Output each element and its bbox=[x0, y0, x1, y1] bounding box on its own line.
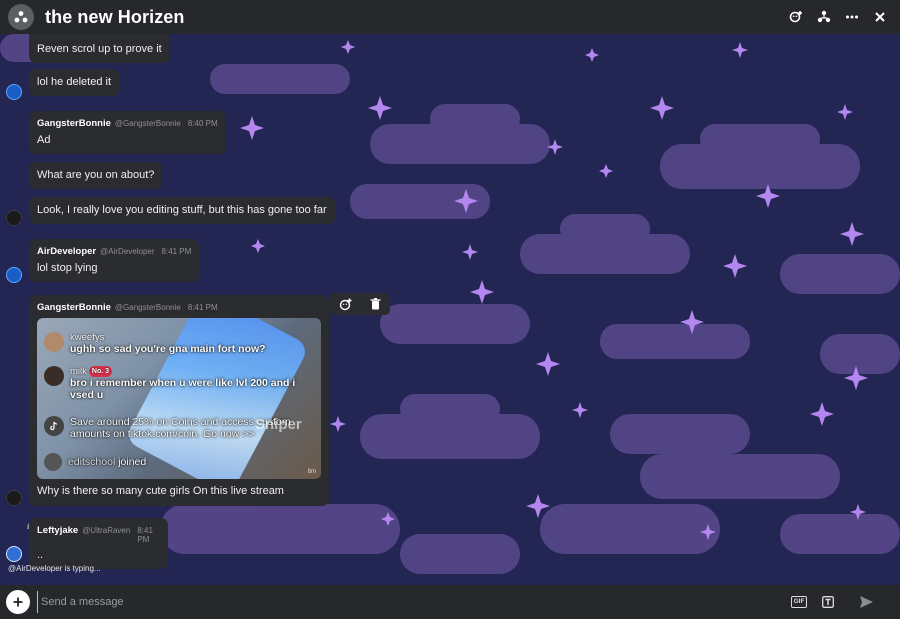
stream-join: editschool joined bbox=[44, 453, 146, 471]
message-handle: @UltraRaven bbox=[82, 526, 131, 535]
message-image[interactable]: kweefys ughh so sad you're gna main fort… bbox=[37, 318, 321, 479]
avatar[interactable] bbox=[6, 267, 22, 283]
tiktok-icon bbox=[44, 416, 64, 436]
add-reaction-icon[interactable] bbox=[330, 293, 360, 315]
message-time: 8:41 PM bbox=[137, 526, 153, 544]
more-icon[interactable] bbox=[844, 9, 860, 25]
close-icon[interactable] bbox=[872, 9, 888, 25]
commenter-name: milk No. 3 bbox=[70, 366, 310, 377]
message-handle: @GangsterBonnie bbox=[114, 303, 181, 312]
avatar[interactable] bbox=[6, 490, 22, 506]
message-text: Ad bbox=[37, 134, 51, 146]
gif-label: GIF bbox=[791, 596, 807, 608]
message-handle: @GangsterBonnie bbox=[114, 119, 181, 128]
avatar[interactable] bbox=[6, 210, 22, 226]
commenter-name: kweefys bbox=[70, 332, 105, 343]
message-bubble[interactable]: AirDeveloper @AirDeveloper 8:41 PM lol s… bbox=[29, 239, 200, 282]
delete-icon[interactable] bbox=[360, 293, 390, 315]
message-time: 8:40 PM bbox=[187, 119, 218, 128]
commenter-avatar bbox=[44, 332, 64, 352]
composer: GIF bbox=[0, 585, 900, 619]
message-meta: GangsterBonnie @GangsterBonnie 8:40 PM bbox=[37, 118, 218, 129]
group-icon[interactable] bbox=[8, 4, 34, 30]
commenter-avatar bbox=[44, 366, 64, 386]
comment-text: bro i remember when u were like lvl 200 … bbox=[70, 377, 296, 401]
typing-indicator: @AirDeveloper is typing... bbox=[8, 564, 101, 573]
message-text: Why is there so many cute girls On this … bbox=[37, 485, 284, 497]
stream-comment: kweefys ughh so sad you're gna main fort… bbox=[44, 332, 266, 355]
message-author[interactable]: GangsterBonnie bbox=[37, 302, 111, 313]
joiner-name: editschool bbox=[68, 456, 116, 468]
message-text: What are you on about? bbox=[37, 169, 155, 181]
message-bubble[interactable]: Look, I really love you editing stuff, b… bbox=[29, 197, 335, 224]
message-bubble[interactable]: What are you on about? bbox=[29, 162, 163, 189]
send-icon[interactable] bbox=[858, 594, 874, 610]
message-meta: AirDeveloper @AirDeveloper 8:41 PM bbox=[37, 246, 191, 257]
image-corner-label: 8m bbox=[307, 469, 316, 475]
message-meta: GangsterBonnie @GangsterBonnie 8:41 PM bbox=[37, 302, 321, 313]
join-text: editschool joined bbox=[68, 456, 146, 468]
message-author[interactable]: Leftyjake bbox=[37, 525, 78, 536]
image-watermark: Sniper bbox=[255, 416, 302, 433]
message-author[interactable]: AirDeveloper bbox=[37, 246, 96, 257]
wave-icon bbox=[44, 453, 62, 471]
message-actions bbox=[330, 293, 390, 315]
message-bubble[interactable]: lol he deleted it bbox=[29, 69, 119, 96]
message-time: 8:41 PM bbox=[187, 303, 218, 312]
message-meta: Leftyjake @UltraRaven 8:41 PM bbox=[37, 525, 160, 544]
message-handle: @AirDeveloper bbox=[100, 247, 155, 256]
message-bubble[interactable]: Reven scrol up to prove it bbox=[29, 34, 170, 63]
stream-comment: milk No. 3 bro i remember when u were lik… bbox=[44, 366, 310, 401]
chat-header: the new Horizen bbox=[0, 0, 900, 34]
message-bubble[interactable]: GangsterBonnie @GangsterBonnie 8:40 PM A… bbox=[29, 111, 226, 154]
message-text: lol he deleted it bbox=[37, 76, 111, 88]
gif-icon[interactable]: GIF bbox=[791, 594, 807, 610]
commenter-name-text: milk bbox=[70, 366, 87, 377]
rank-badge: No. 3 bbox=[88, 366, 113, 377]
message-input[interactable] bbox=[37, 591, 777, 613]
chat-title: the new Horizen bbox=[45, 6, 185, 27]
message-text: .. bbox=[37, 549, 44, 561]
message-list: Reven scrol up to prove it lol he delete… bbox=[0, 34, 900, 585]
message-text: lol stop lying bbox=[37, 262, 98, 274]
plus-icon[interactable] bbox=[6, 590, 30, 614]
message-text: Reven scrol up to prove it bbox=[37, 43, 162, 55]
avatar[interactable] bbox=[6, 546, 22, 562]
members-icon[interactable] bbox=[816, 9, 832, 25]
join-label: joined bbox=[118, 456, 147, 468]
text-format-icon[interactable] bbox=[820, 594, 836, 610]
message-bubble[interactable]: GangsterBonnie @GangsterBonnie 8:41 PM k… bbox=[29, 295, 329, 506]
avatar[interactable] bbox=[6, 84, 22, 100]
comment-text: ughh so sad you're gna main fort now? bbox=[70, 343, 266, 355]
add-member-icon[interactable] bbox=[788, 9, 804, 25]
message-author[interactable]: GangsterBonnie bbox=[37, 118, 111, 129]
message-bubble[interactable]: Leftyjake @UltraRaven 8:41 PM .. bbox=[29, 518, 168, 569]
message-text: Look, I really love you editing stuff, b… bbox=[37, 204, 327, 216]
message-time: 8:41 PM bbox=[161, 247, 192, 256]
header-actions bbox=[788, 9, 888, 25]
